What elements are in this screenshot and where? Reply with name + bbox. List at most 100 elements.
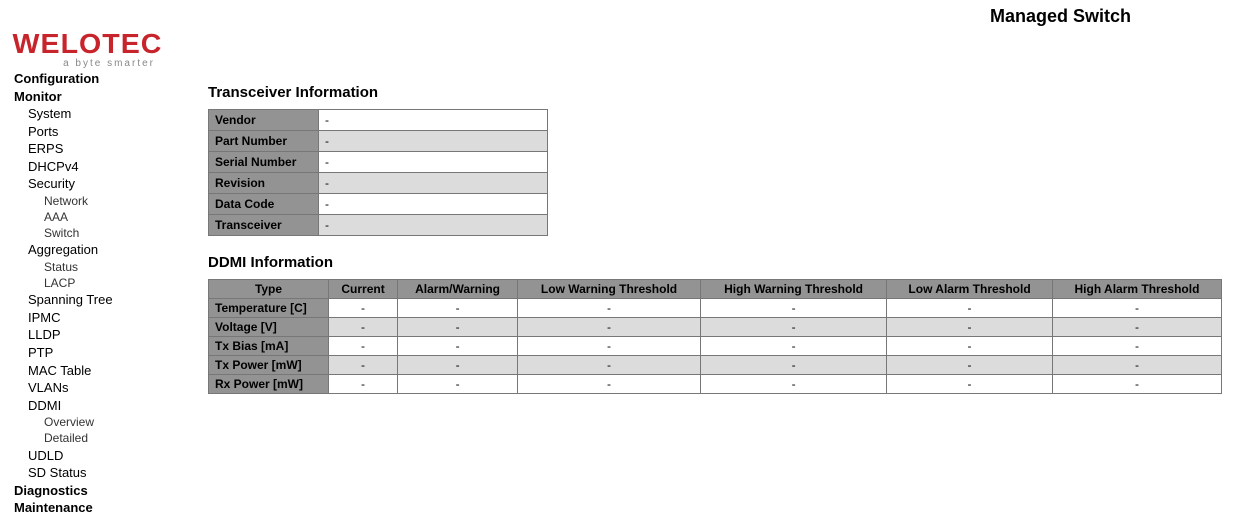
sidebar-item-diagnostics[interactable]: Diagnostics [14, 482, 188, 500]
sidebar-item-dhcpv4[interactable]: DHCPv4 [14, 158, 188, 176]
cell-value: - [398, 318, 518, 337]
cell-value: - [1052, 299, 1221, 318]
part-number-value: - [319, 131, 548, 152]
col-low-alarm: Low Alarm Threshold [887, 280, 1053, 299]
transceiver-value: - [319, 215, 548, 236]
col-high-alarm: High Alarm Threshold [1052, 280, 1221, 299]
sidebar-item-maintenance[interactable]: Maintenance [14, 499, 188, 517]
sidebar-item-ddmi-overview[interactable]: Overview [14, 414, 188, 430]
cell-value: - [700, 318, 886, 337]
cell-value: - [700, 299, 886, 318]
page-title: Managed Switch [990, 6, 1131, 27]
cell-value: - [1052, 356, 1221, 375]
col-high-warning: High Warning Threshold [700, 280, 886, 299]
table-row: Tx Power [mW]------ [209, 356, 1222, 375]
serial-number-value: - [319, 152, 548, 173]
sidebar-item-ports[interactable]: Ports [14, 123, 188, 141]
sidebar-item-ddmi[interactable]: DDMI [14, 397, 188, 415]
cell-value: - [887, 356, 1053, 375]
sidebar-item-configuration[interactable]: Configuration [14, 70, 188, 88]
revision-label: Revision [209, 173, 319, 194]
row-type: Tx Power [mW] [209, 356, 329, 375]
transceiver-info-title: Transceiver Information [208, 84, 1234, 101]
sidebar-item-aggregation-lacp[interactable]: LACP [14, 275, 188, 291]
sidebar-item-spanning-tree[interactable]: Spanning Tree [14, 291, 188, 309]
table-row: Vendor - [209, 110, 548, 131]
row-type: Voltage [V] [209, 318, 329, 337]
cell-value: - [700, 375, 886, 394]
header: WELOTEC a byte smarter Managed Switch [0, 0, 1252, 64]
ddmi-info-title: DDMI Information [208, 254, 1234, 271]
table-row: Voltage [V]------ [209, 318, 1222, 337]
row-type: Tx Bias [mA] [209, 337, 329, 356]
cell-value: - [398, 337, 518, 356]
sidebar-item-sd-status[interactable]: SD Status [14, 464, 188, 482]
cell-value: - [398, 356, 518, 375]
sidebar-item-ptp[interactable]: PTP [14, 344, 188, 362]
table-header-row: Type Current Alarm/Warning Low Warning T… [209, 280, 1222, 299]
row-type: Rx Power [mW] [209, 375, 329, 394]
col-low-warning: Low Warning Threshold [518, 280, 701, 299]
cell-value: - [329, 356, 398, 375]
cell-value: - [700, 356, 886, 375]
logo-text: WELOTEC [13, 28, 163, 60]
table-row: Rx Power [mW]------ [209, 375, 1222, 394]
vendor-label: Vendor [209, 110, 319, 131]
sidebar-item-aggregation-status[interactable]: Status [14, 259, 188, 275]
row-type: Temperature [C] [209, 299, 329, 318]
cell-value: - [518, 375, 701, 394]
table-row: Temperature [C]------ [209, 299, 1222, 318]
cell-value: - [518, 318, 701, 337]
sidebar-item-ddmi-detailed[interactable]: Detailed [14, 430, 188, 446]
sidebar-item-security[interactable]: Security [14, 175, 188, 193]
cell-value: - [398, 375, 518, 394]
sidebar-item-vlans[interactable]: VLANs [14, 379, 188, 397]
vendor-value: - [319, 110, 548, 131]
sidebar-item-security-aaa[interactable]: AAA [14, 209, 188, 225]
data-code-value: - [319, 194, 548, 215]
sidebar-item-system[interactable]: System [14, 105, 188, 123]
sidebar: Configuration Monitor System Ports ERPS … [0, 64, 200, 529]
cell-value: - [700, 337, 886, 356]
cell-value: - [887, 318, 1053, 337]
part-number-label: Part Number [209, 131, 319, 152]
transceiver-info-table: Vendor - Part Number - Serial Number - R… [208, 109, 548, 236]
cell-value: - [329, 337, 398, 356]
sidebar-item-lldp[interactable]: LLDP [14, 326, 188, 344]
sidebar-item-monitor[interactable]: Monitor [14, 88, 188, 106]
col-current: Current [329, 280, 398, 299]
table-row: Tx Bias [mA]------ [209, 337, 1222, 356]
cell-value: - [518, 337, 701, 356]
sidebar-item-security-network[interactable]: Network [14, 193, 188, 209]
cell-value: - [329, 299, 398, 318]
cell-value: - [329, 318, 398, 337]
cell-value: - [887, 299, 1053, 318]
cell-value: - [1052, 375, 1221, 394]
content-area: Transceiver Information Vendor - Part Nu… [200, 64, 1252, 414]
cell-value: - [398, 299, 518, 318]
col-type: Type [209, 280, 329, 299]
table-row: Serial Number - [209, 152, 548, 173]
data-code-label: Data Code [209, 194, 319, 215]
sidebar-item-ipmc[interactable]: IPMC [14, 309, 188, 327]
cell-value: - [518, 299, 701, 318]
ddmi-info-table: Type Current Alarm/Warning Low Warning T… [208, 279, 1222, 394]
table-row: Part Number - [209, 131, 548, 152]
cell-value: - [887, 337, 1053, 356]
cell-value: - [518, 356, 701, 375]
sidebar-item-udld[interactable]: UDLD [14, 447, 188, 465]
col-alarm-warning: Alarm/Warning [398, 280, 518, 299]
sidebar-item-aggregation[interactable]: Aggregation [14, 241, 188, 259]
sidebar-item-mac-table[interactable]: MAC Table [14, 362, 188, 380]
cell-value: - [329, 375, 398, 394]
table-row: Revision - [209, 173, 548, 194]
transceiver-label: Transceiver [209, 215, 319, 236]
sidebar-item-erps[interactable]: ERPS [14, 140, 188, 158]
serial-number-label: Serial Number [209, 152, 319, 173]
logo: WELOTEC a byte smarter [14, 28, 161, 69]
cell-value: - [887, 375, 1053, 394]
cell-value: - [1052, 337, 1221, 356]
sidebar-item-security-switch[interactable]: Switch [14, 225, 188, 241]
table-row: Data Code - [209, 194, 548, 215]
revision-value: - [319, 173, 548, 194]
